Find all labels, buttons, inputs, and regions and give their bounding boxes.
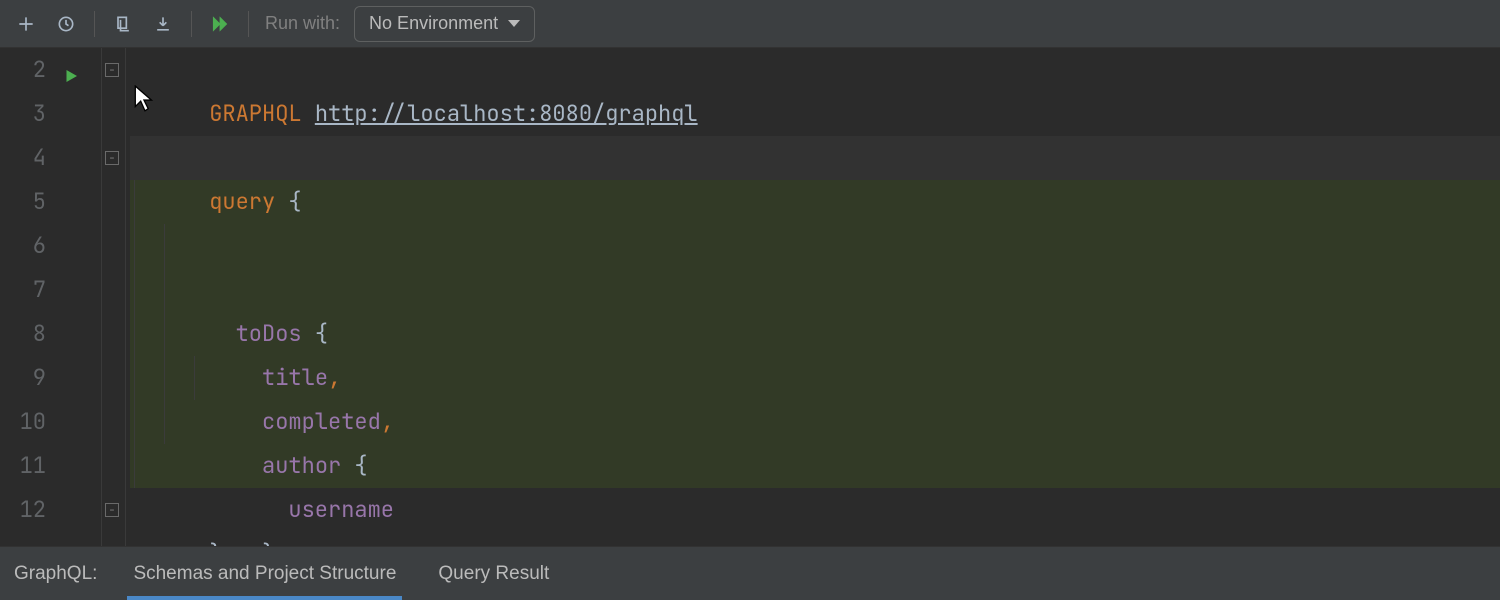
code-line: completed,: [130, 268, 1500, 312]
code-line: author {: [130, 312, 1500, 356]
line-number: 3: [0, 92, 46, 136]
code-line: toDos {: [130, 180, 1500, 224]
plus-icon: [16, 14, 36, 34]
line-number: 9: [0, 356, 46, 400]
line-number: 8: [0, 312, 46, 356]
line-number: 12: [0, 488, 46, 532]
chevron-down-icon: [508, 20, 520, 27]
separator: [94, 11, 95, 37]
run-all-icon: [210, 14, 230, 34]
fold-toggle[interactable]: −: [105, 151, 119, 165]
line-number: 2: [0, 48, 46, 92]
brace: }: [209, 539, 222, 546]
code-area[interactable]: GRAPHQL http://localhost:8080/graphql qu…: [126, 48, 1500, 546]
add-button[interactable]: [8, 6, 44, 42]
import-button[interactable]: [145, 6, 181, 42]
http-method: GRAPHQL: [209, 99, 301, 128]
code-line: query {: [130, 136, 1500, 180]
panel-label: GraphQL:: [14, 563, 97, 585]
tab-query-result[interactable]: Query Result: [432, 547, 555, 600]
tab-label: Query Result: [438, 563, 549, 585]
field: username: [288, 495, 394, 524]
field: toDos: [236, 319, 302, 348]
clock-icon: [56, 14, 76, 34]
copy-icon: [113, 14, 133, 34]
fold-toggle[interactable]: −: [105, 63, 119, 77]
line-number: 6: [0, 224, 46, 268]
brace: {: [341, 451, 367, 480]
play-icon: [62, 67, 80, 85]
code-line: GRAPHQL http://localhost:8080/graphql: [130, 48, 1500, 92]
code-line: title,: [130, 224, 1500, 268]
line-number: 11: [0, 444, 46, 488]
line-number: 4: [0, 136, 46, 180]
field: title: [262, 363, 328, 392]
line-number: 10: [0, 400, 46, 444]
separator: [248, 11, 249, 37]
environment-value: No Environment: [369, 13, 498, 34]
field: completed: [262, 407, 381, 436]
field: author: [262, 451, 341, 480]
line-number: 7: [0, 268, 46, 312]
import-icon: [153, 14, 173, 34]
brace: }: [262, 539, 275, 546]
run-request-button[interactable]: [62, 56, 80, 100]
history-button[interactable]: [48, 6, 84, 42]
run-gutter: [54, 48, 102, 546]
keyword: query: [209, 187, 275, 216]
fold-gutter: − − −: [102, 48, 126, 546]
toolbar: Run with: No Environment: [0, 0, 1500, 48]
copy-button[interactable]: [105, 6, 141, 42]
run-with-label: Run with:: [265, 13, 340, 34]
code-editor[interactable]: 2 3 4 5 6 7 8 9 10 11 12 − − − GRAPHQL h…: [0, 48, 1500, 546]
brace: {: [275, 187, 301, 216]
line-number: 5: [0, 180, 46, 224]
separator: [191, 11, 192, 37]
brace: {: [302, 319, 328, 348]
fold-toggle[interactable]: −: [105, 503, 119, 517]
punctuation: ,: [328, 363, 341, 392]
environment-select[interactable]: No Environment: [354, 6, 535, 42]
tab-schemas[interactable]: Schemas and Project Structure: [127, 547, 402, 600]
line-number-gutter: 2 3 4 5 6 7 8 9 10 11 12: [0, 48, 54, 546]
tab-label: Schemas and Project Structure: [133, 563, 396, 585]
graphql-tool-window: GraphQL: Schemas and Project Structure Q…: [0, 546, 1500, 600]
request-url[interactable]: http://localhost:8080/graphql: [315, 99, 698, 128]
run-all-button[interactable]: [202, 6, 238, 42]
punctuation: ,: [381, 407, 394, 436]
